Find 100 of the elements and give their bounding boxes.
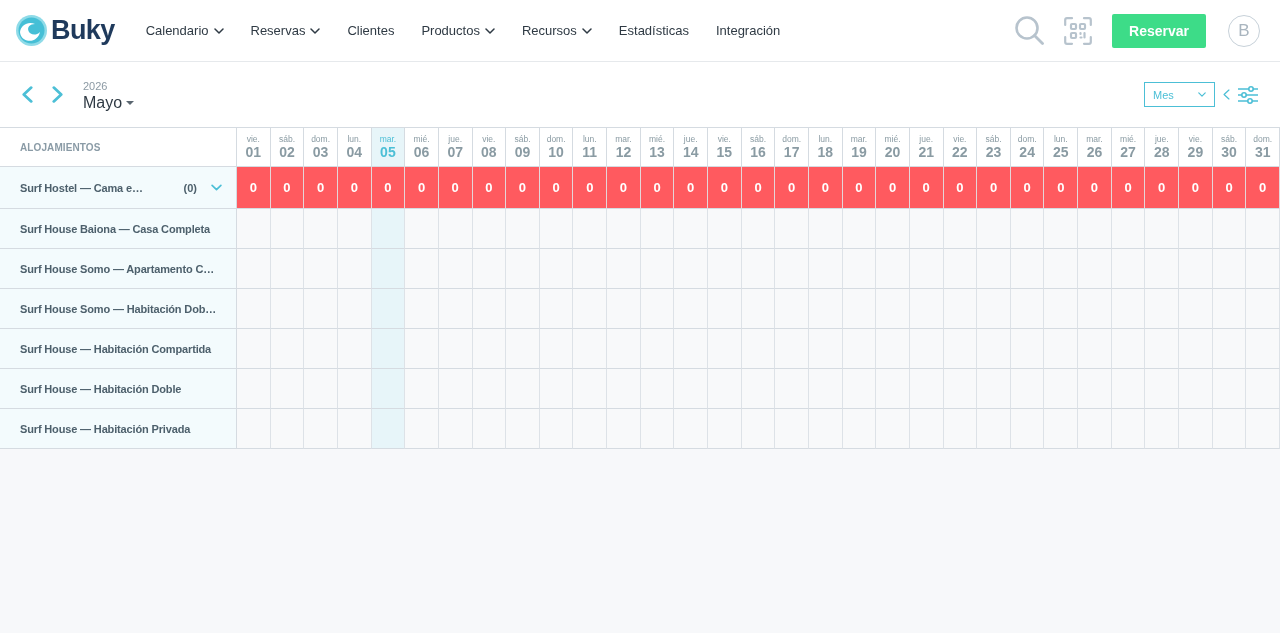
day-cell[interactable]	[405, 209, 439, 249]
day-cell[interactable]	[472, 329, 507, 369]
day-cell[interactable]	[775, 249, 809, 289]
day-cell[interactable]	[539, 209, 574, 249]
day-cell[interactable]	[270, 329, 305, 369]
day-cell[interactable]	[1212, 249, 1247, 289]
day-cell[interactable]	[1010, 289, 1045, 329]
nav-link[interactable]: Integración	[715, 23, 781, 38]
day-cell[interactable]	[472, 289, 507, 329]
day-cell[interactable]	[708, 329, 742, 369]
day-cell[interactable]	[1179, 249, 1213, 289]
day-cell[interactable]	[1044, 369, 1079, 409]
day-cell[interactable]	[539, 369, 574, 409]
day-cell[interactable]	[1044, 289, 1079, 329]
day-cell[interactable]	[371, 409, 406, 449]
availability-cell[interactable]: 0	[573, 167, 608, 209]
availability-cell[interactable]: 0	[1044, 167, 1079, 209]
day-cell[interactable]	[876, 409, 910, 449]
day-cell[interactable]	[438, 329, 473, 369]
day-cell[interactable]	[674, 369, 709, 409]
day-cell[interactable]	[977, 409, 1011, 449]
day-cell[interactable]	[943, 209, 978, 249]
day-cell[interactable]	[1111, 289, 1146, 329]
day-cell[interactable]	[1078, 409, 1112, 449]
day-cell[interactable]	[506, 289, 540, 329]
day-cell[interactable]	[1010, 209, 1045, 249]
day-cell[interactable]	[1246, 329, 1280, 369]
day-cell[interactable]	[674, 289, 709, 329]
day-cell[interactable]	[573, 289, 608, 329]
day-cell[interactable]	[1246, 409, 1280, 449]
day-cell[interactable]	[506, 329, 540, 369]
day-cell[interactable]	[1145, 249, 1180, 289]
day-cell[interactable]	[337, 209, 372, 249]
day-cell[interactable]	[573, 209, 608, 249]
search-icon[interactable]	[1015, 16, 1044, 45]
day-cell[interactable]	[1145, 369, 1180, 409]
day-cell[interactable]	[1179, 209, 1213, 249]
day-cell[interactable]	[438, 369, 473, 409]
day-cell[interactable]	[1111, 209, 1146, 249]
day-cell[interactable]	[977, 209, 1011, 249]
nav-link[interactable]: Productos	[421, 23, 495, 38]
availability-cell[interactable]: 0	[371, 167, 406, 209]
day-cell[interactable]	[539, 409, 574, 449]
day-cell[interactable]	[876, 289, 910, 329]
availability-cell[interactable]: 0	[876, 167, 910, 209]
day-cell[interactable]	[842, 329, 877, 369]
day-cell[interactable]	[1111, 409, 1146, 449]
day-cell[interactable]	[708, 409, 742, 449]
day-cell[interactable]	[943, 289, 978, 329]
day-cell[interactable]	[405, 289, 439, 329]
day-cell[interactable]	[237, 289, 271, 329]
day-cell[interactable]	[1044, 249, 1079, 289]
day-cell[interactable]	[539, 289, 574, 329]
availability-cell[interactable]: 0	[539, 167, 574, 209]
availability-cell[interactable]: 0	[943, 167, 978, 209]
availability-cell[interactable]: 0	[775, 167, 809, 209]
day-cell[interactable]	[237, 209, 271, 249]
month-select[interactable]: Mayo	[83, 93, 135, 113]
day-cell[interactable]	[270, 209, 305, 249]
day-cell[interactable]	[640, 249, 675, 289]
day-cell[interactable]	[1246, 249, 1280, 289]
day-cell[interactable]	[607, 369, 641, 409]
day-cell[interactable]	[909, 409, 944, 449]
day-cell[interactable]	[1145, 409, 1180, 449]
day-cell[interactable]	[438, 409, 473, 449]
day-cell[interactable]	[237, 249, 271, 289]
book-button[interactable]: Reservar	[1112, 13, 1206, 48]
day-cell[interactable]	[909, 209, 944, 249]
view-select[interactable]: Mes	[1144, 82, 1215, 107]
day-cell[interactable]	[607, 329, 641, 369]
availability-cell[interactable]: 0	[607, 167, 641, 209]
day-cell[interactable]	[842, 249, 877, 289]
day-cell[interactable]	[405, 329, 439, 369]
day-cell[interactable]	[741, 329, 776, 369]
day-cell[interactable]	[775, 289, 809, 329]
day-cell[interactable]	[977, 249, 1011, 289]
day-cell[interactable]	[808, 249, 843, 289]
day-cell[interactable]	[304, 409, 338, 449]
day-cell[interactable]	[1179, 409, 1213, 449]
day-cell[interactable]	[876, 329, 910, 369]
availability-cell[interactable]: 0	[708, 167, 742, 209]
day-cell[interactable]	[977, 329, 1011, 369]
day-cell[interactable]	[977, 289, 1011, 329]
day-cell[interactable]	[1246, 369, 1280, 409]
day-cell[interactable]	[506, 409, 540, 449]
availability-cell[interactable]: 0	[237, 167, 271, 209]
day-cell[interactable]	[237, 329, 271, 369]
availability-cell[interactable]: 0	[270, 167, 305, 209]
availability-cell[interactable]: 0	[909, 167, 944, 209]
availability-cell[interactable]: 0	[1078, 167, 1112, 209]
day-cell[interactable]	[708, 209, 742, 249]
day-cell[interactable]	[438, 209, 473, 249]
day-cell[interactable]	[876, 249, 910, 289]
day-cell[interactable]	[808, 289, 843, 329]
day-cell[interactable]	[506, 249, 540, 289]
day-cell[interactable]	[1010, 249, 1045, 289]
day-cell[interactable]	[539, 249, 574, 289]
availability-cell[interactable]: 0	[1010, 167, 1045, 209]
chevron-left-icon[interactable]	[22, 86, 33, 103]
day-cell[interactable]	[640, 369, 675, 409]
